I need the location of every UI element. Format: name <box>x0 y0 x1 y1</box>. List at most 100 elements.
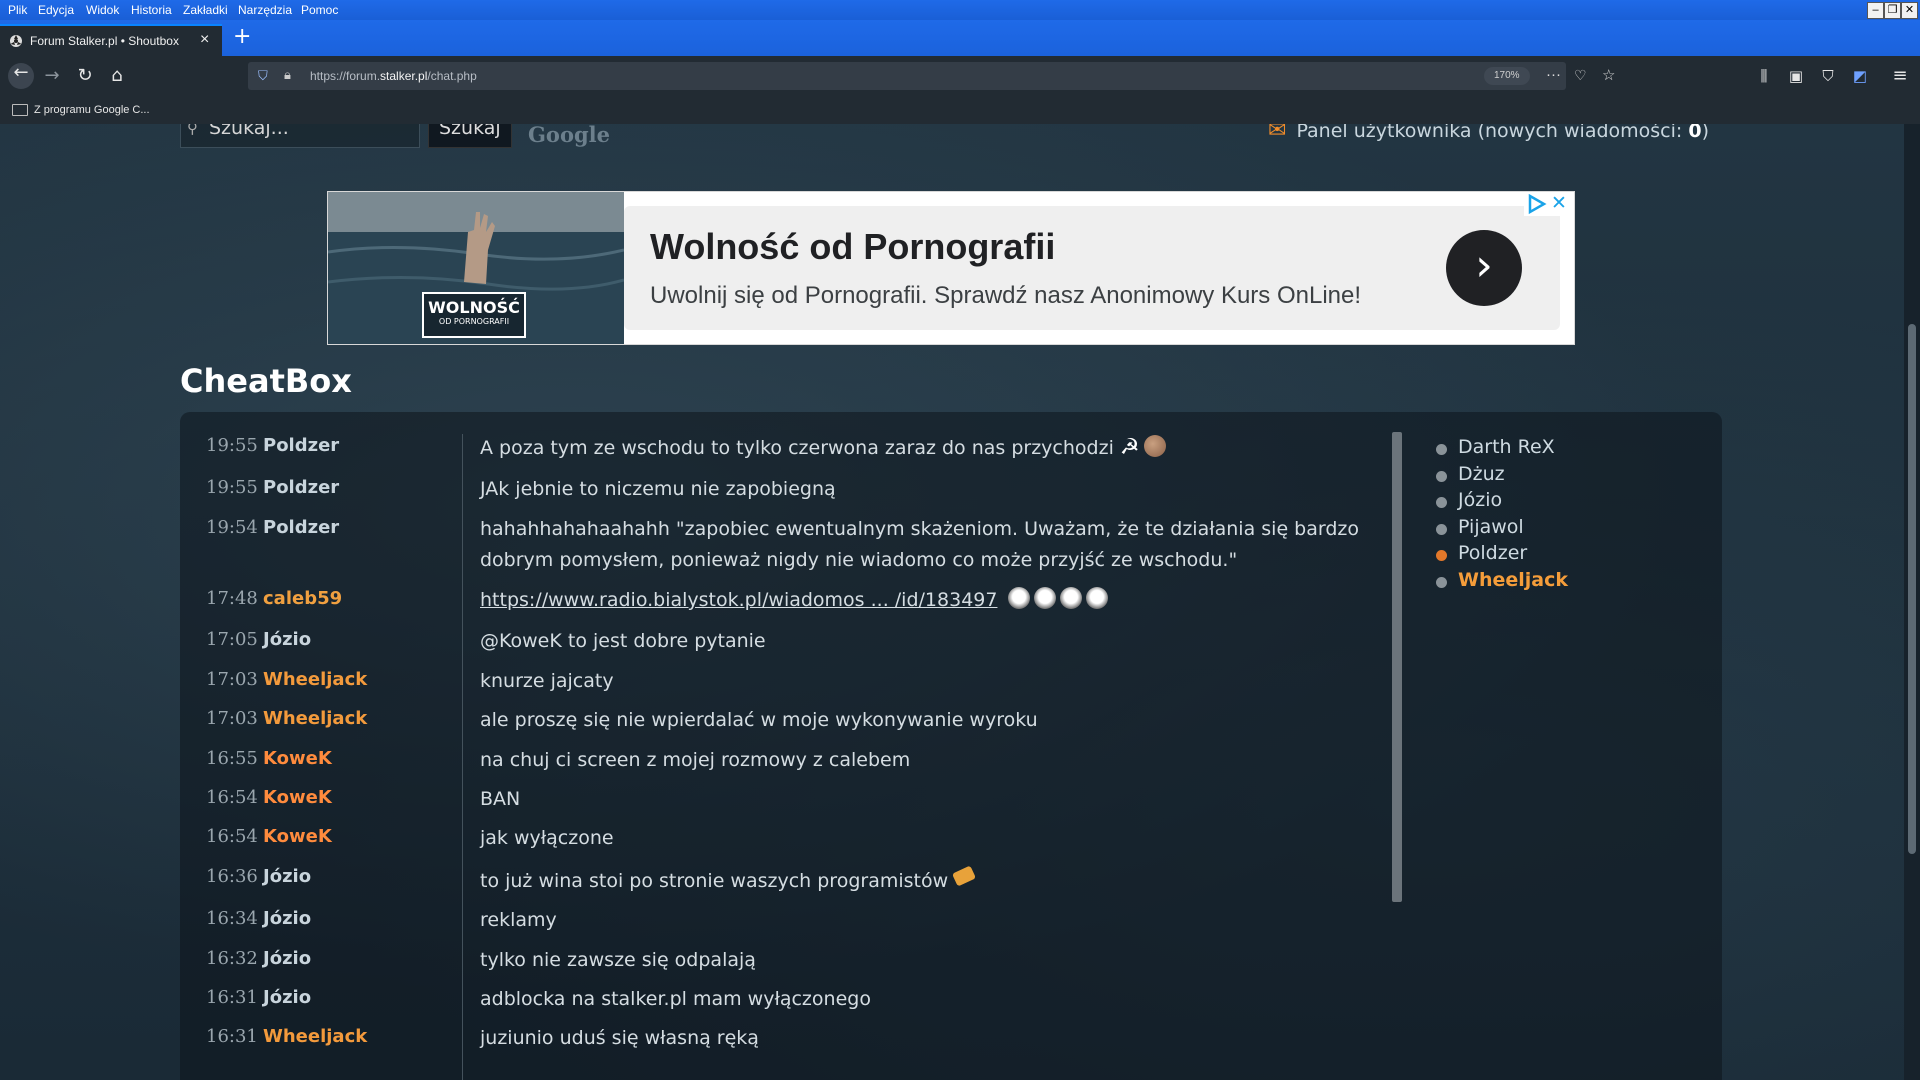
sidebar-icon[interactable]: ▣ <box>1786 66 1806 86</box>
bookmark-star-icon[interactable]: ☆ <box>1602 66 1615 84</box>
pocket-icon[interactable]: ♡ <box>1574 67 1587 84</box>
url-bar[interactable]: ⛉ 🔒︎ https://forum.stalker.pl/chat.php 1… <box>248 62 1615 90</box>
page-actions-icon[interactable]: ··· <box>1546 66 1561 83</box>
menu-pomoc[interactable]: Pomoc <box>301 3 338 17</box>
zoom-level-badge[interactable]: 170% <box>1484 67 1530 85</box>
message-text: @KoweK to jest dobre pytanie <box>480 630 766 652</box>
message-author[interactable]: KoweK <box>263 826 332 847</box>
message-link[interactable]: https://www.radio.bialystok.pl/wiadomos … <box>480 589 997 611</box>
message-author[interactable]: caleb59 <box>263 588 342 609</box>
menu-edycja[interactable]: Edycja <box>38 3 74 17</box>
stalker-favicon-icon <box>10 35 22 47</box>
message-author[interactable]: Józio <box>263 866 311 887</box>
privacy-badger-icon[interactable]: ⛉ <box>1818 66 1838 86</box>
page-scrollbar-thumb[interactable] <box>1908 324 1916 854</box>
message-text: to już wina stoi po stronie waszych prog… <box>480 865 1360 897</box>
ad-close-icon[interactable]: ✕ <box>1551 192 1567 214</box>
extension-icon[interactable]: ◩ <box>1850 66 1870 86</box>
laughing-emoji-icon <box>1085 587 1108 609</box>
chat-scrollbar[interactable] <box>1392 432 1402 902</box>
search-placeholder: Szukaj... <box>209 124 289 139</box>
adchoices-icon[interactable] <box>1526 193 1548 215</box>
message-text: juziunio uduś się własną ręką <box>480 1027 759 1049</box>
back-icon[interactable]: ← <box>8 63 34 89</box>
ad-arrow-button[interactable]: › <box>1446 230 1522 306</box>
status-dot-icon <box>1436 444 1447 455</box>
library-icon[interactable]: ⫼ <box>1754 66 1774 86</box>
ad-card[interactable]: Wolność od Pornografii Uwolnij się od Po… <box>624 206 1560 330</box>
message-text: na chuj ci screen z mojej rozmowy z cale… <box>480 749 911 771</box>
menu-narzedzia[interactable]: Narzędzia <box>238 3 292 17</box>
status-dot-icon <box>1436 576 1447 588</box>
message-text: BAN <box>480 788 521 810</box>
ad-choices[interactable]: ✕ <box>1524 192 1572 216</box>
message-author[interactable]: Poldzer <box>263 477 339 498</box>
lock-icon[interactable]: 🔒︎ <box>284 67 291 83</box>
message-author[interactable]: Józio <box>263 629 311 650</box>
message-text: knurze jajcaty <box>480 670 614 692</box>
message-time: 19:55 <box>206 477 258 498</box>
menu-historia[interactable]: Historia <box>131 3 172 17</box>
message-author[interactable]: Wheeljack <box>263 1026 367 1047</box>
message-time: 17:03 <box>206 669 258 690</box>
ad-title[interactable]: Wolność od Pornografii <box>650 226 1055 268</box>
message-author[interactable]: Wheeljack <box>263 669 367 690</box>
bookmark-google-import[interactable]: Z programu Google C... <box>34 104 150 116</box>
menu-bar: Plik Edycja Widok Historia Zakładki Narz… <box>0 0 1920 20</box>
message-author[interactable]: Poldzer <box>263 517 339 538</box>
status-dot-icon <box>1436 523 1447 535</box>
message-text: ale proszę się nie wpierdalać w moje wyk… <box>480 709 1038 731</box>
message-text: https://www.radio.bialystok.pl/wiadomos … <box>480 585 1360 616</box>
message-time: 19:54 <box>206 517 258 538</box>
message-author[interactable]: Poldzer <box>263 435 339 456</box>
message-author[interactable]: KoweK <box>263 748 332 769</box>
ad-image[interactable]: WOLNOŚĆ OD PORNOGRAFII <box>327 192 625 344</box>
hamburger-menu-icon[interactable]: ≡ <box>1890 66 1910 86</box>
advertisement-banner[interactable]: WOLNOŚĆ OD PORNOGRAFII Wolność od Pornog… <box>327 191 1575 345</box>
menu-widok[interactable]: Widok <box>86 3 119 17</box>
page-content: ⚲ Szukaj... Szukaj Google ✉ Panel użytkow… <box>0 124 1904 1080</box>
status-dot-icon <box>1436 470 1447 482</box>
message-author[interactable]: Józio <box>263 908 311 929</box>
tab-title: Forum Stalker.pl • Shoutbox <box>30 34 179 48</box>
user-panel-link[interactable]: ✉ Panel użytkownika (nowych wiadomości: 0… <box>1268 124 1709 143</box>
message-time: 16:31 <box>206 987 258 1008</box>
message-text: tylko nie zawsze się odpalają <box>480 949 756 971</box>
message-time: 19:55 <box>206 435 258 456</box>
chat-panel: 19:55 Poldzer A poza tym ze wschodu to t… <box>180 412 1722 1080</box>
forward-icon[interactable]: → <box>42 66 62 86</box>
new-tab-icon[interactable]: + <box>233 26 251 48</box>
minimize-icon[interactable]: – <box>1867 2 1884 19</box>
folder-icon <box>12 104 28 116</box>
search-icon: ⚲ <box>187 124 198 137</box>
search-button[interactable]: Szukaj <box>428 124 512 148</box>
status-dot-icon <box>1436 550 1447 561</box>
menu-plik[interactable]: Plik <box>8 3 27 17</box>
message-author[interactable]: Józio <box>263 948 311 969</box>
tab-close-icon[interactable]: × <box>200 31 209 49</box>
url-text: https://forum.stalker.pl/chat.php <box>310 69 477 83</box>
message-time: 16:31 <box>206 1026 258 1047</box>
reload-icon[interactable]: ↻ <box>75 66 95 86</box>
menu-zakladki[interactable]: Zakładki <box>183 3 228 17</box>
search-input[interactable]: ⚲ Szukaj... <box>180 124 420 148</box>
tab-shoutbox[interactable]: Forum Stalker.pl • Shoutbox × <box>0 24 222 56</box>
restore-icon[interactable]: ❐ <box>1884 2 1901 19</box>
message-author[interactable]: KoweK <box>263 787 332 808</box>
message-time: 16:36 <box>206 866 258 887</box>
message-text: JAk jebnie to niczemu nie zapobiegną <box>480 478 836 500</box>
home-icon[interactable]: ⌂ <box>107 66 127 86</box>
ad-description[interactable]: Uwolnij się od Pornografii. Sprawdź nasz… <box>650 282 1361 310</box>
page-scrollbar[interactable] <box>1904 124 1920 1080</box>
message-text: reklamy <box>480 909 557 931</box>
hammer-sickle-icon: ☭ <box>1119 435 1140 460</box>
close-window-icon[interactable]: ✕ <box>1901 2 1918 19</box>
tracking-shield-icon[interactable]: ⛉ <box>258 68 268 84</box>
message-author[interactable]: Józio <box>263 987 311 1008</box>
message-author[interactable]: Wheeljack <box>263 708 367 729</box>
laughing-emoji-icon <box>1059 587 1082 609</box>
message-text: hahahhahahaahahh "zapobiec ewentualnym s… <box>480 518 1360 571</box>
message-time: 16:55 <box>206 748 258 769</box>
message-time: 16:34 <box>206 908 258 929</box>
tab-bar: Forum Stalker.pl • Shoutbox × + <box>0 20 1920 56</box>
